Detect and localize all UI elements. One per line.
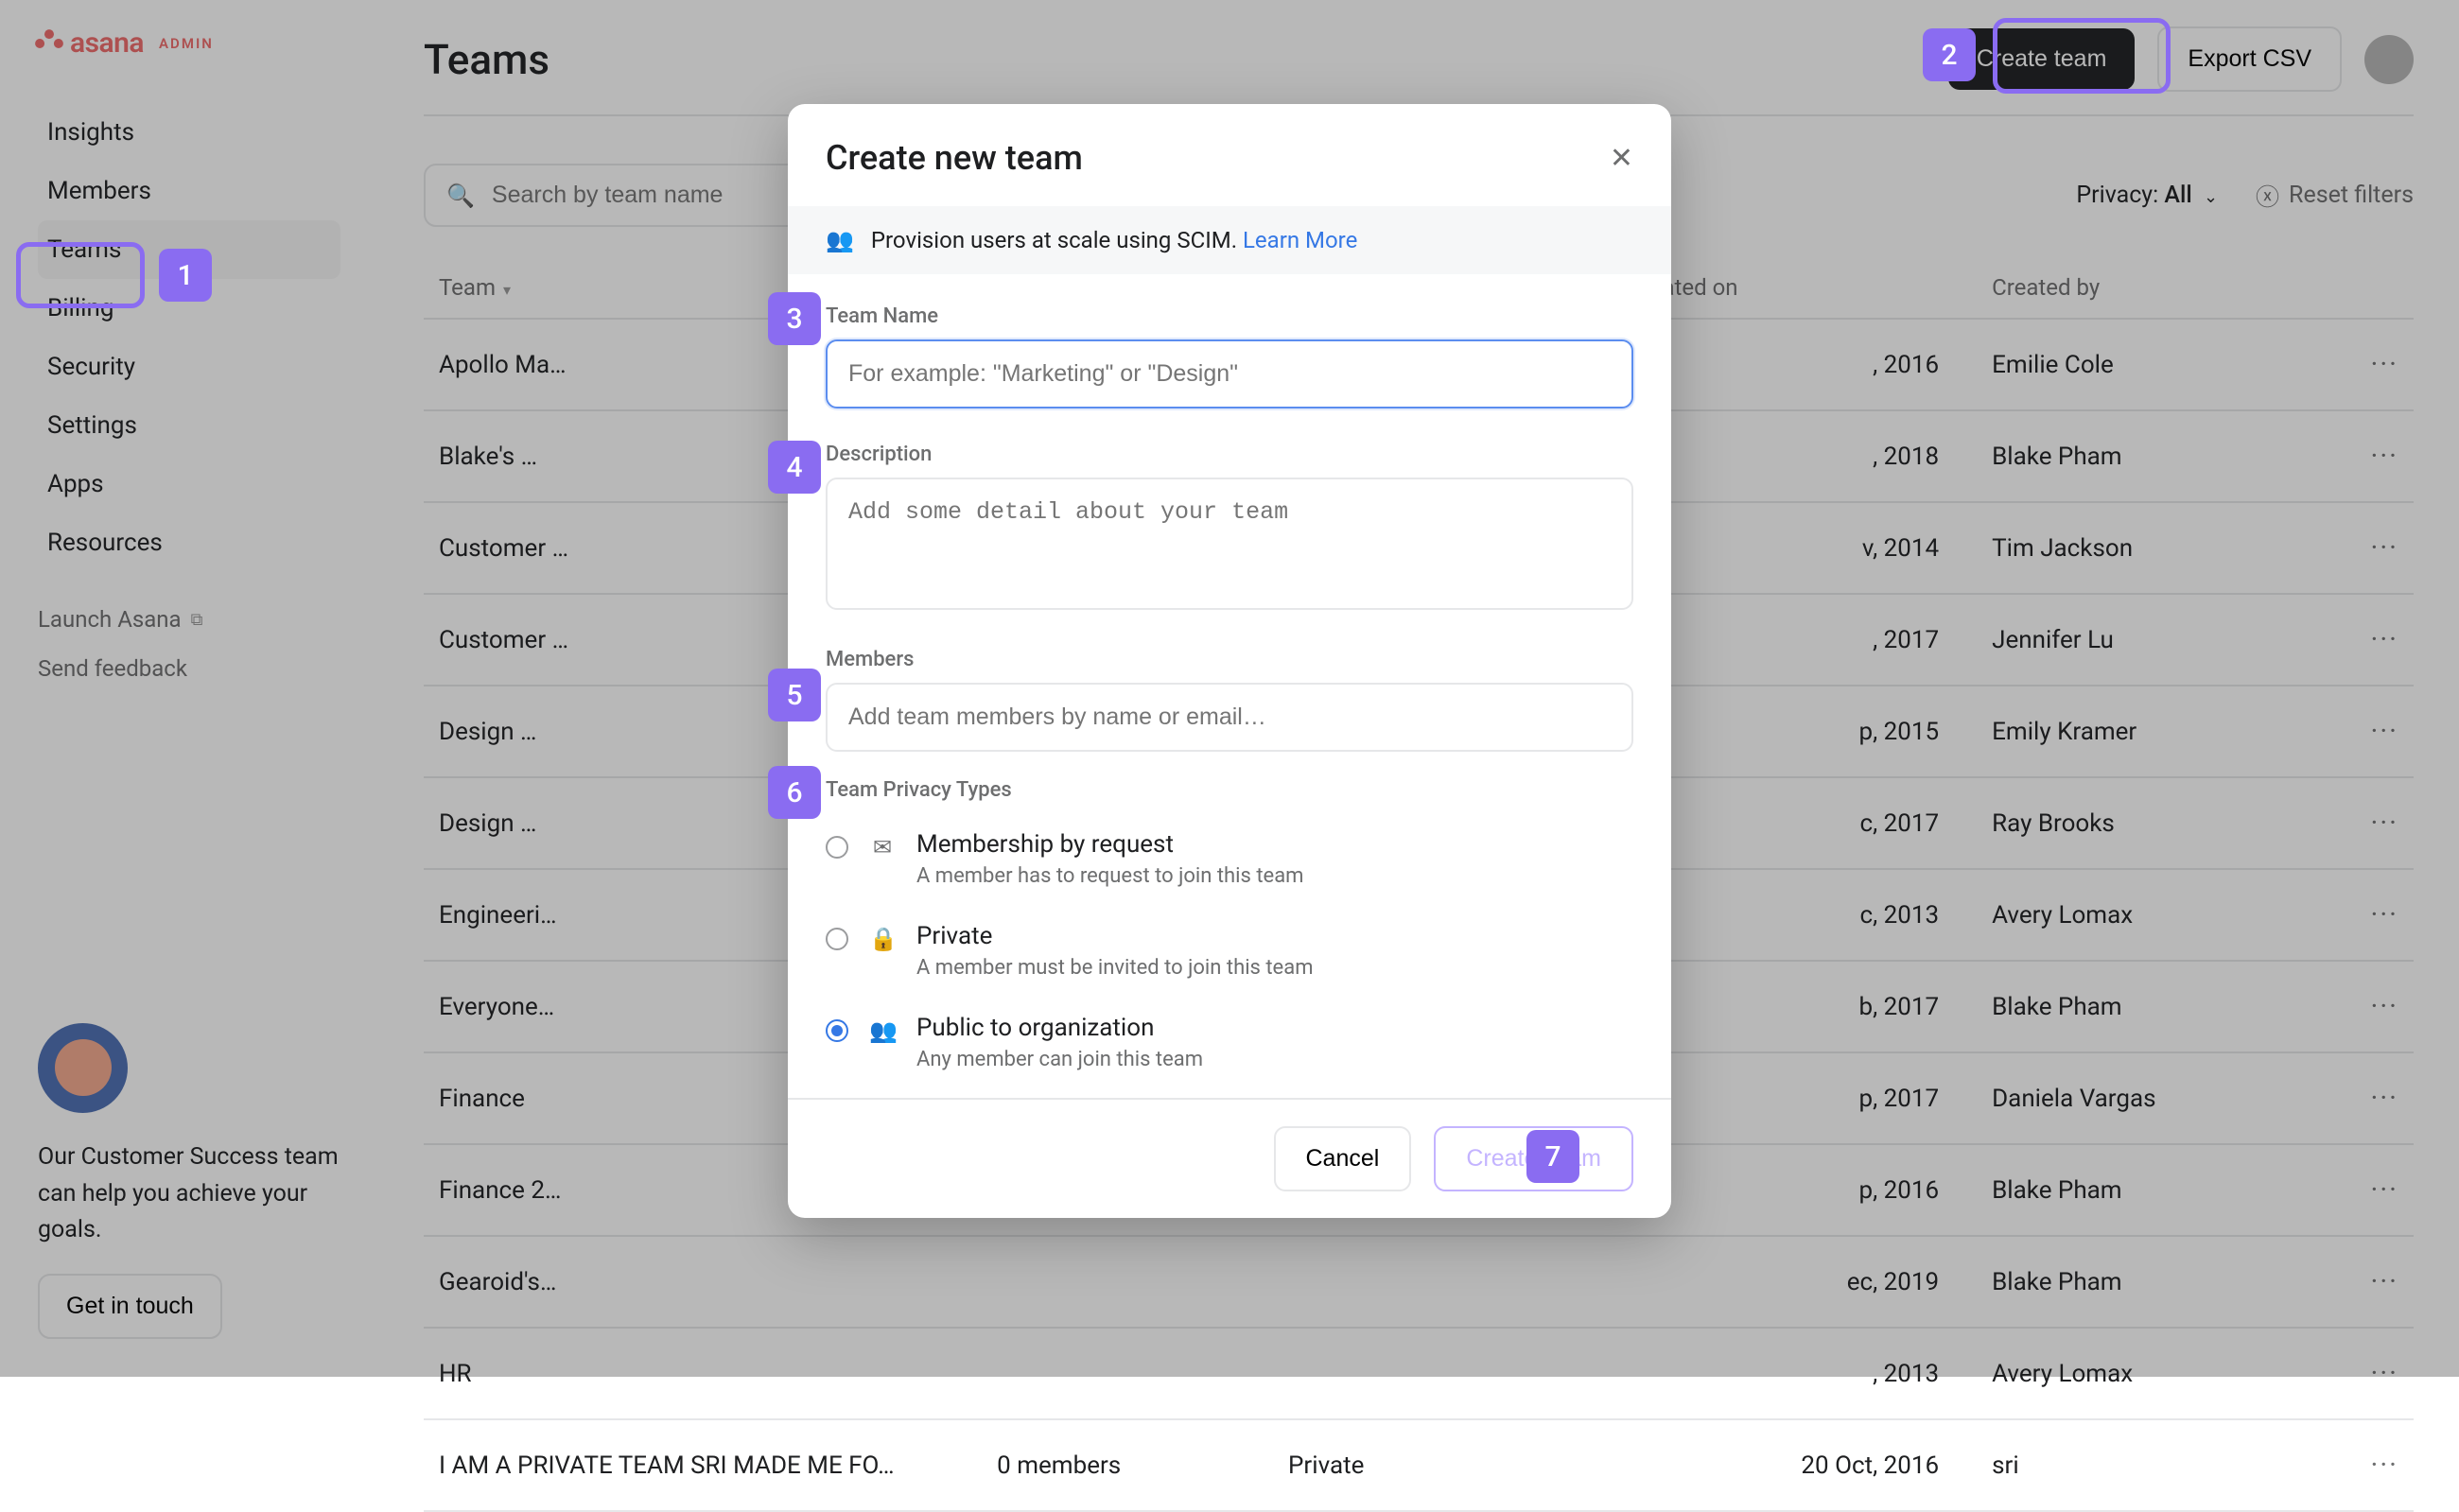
table-row[interactable]: I AM A PRIVATE TEAM SRI MADE ME FO…0 mem… (424, 1419, 2414, 1511)
privacy-option-membership-by-request[interactable]: ✉︎ Membership by request A member has to… (826, 813, 1633, 905)
create-team-modal: Create new team ✕ 👥 Provision users at s… (788, 104, 1671, 1218)
people-icon: 👥 (826, 227, 854, 253)
description-input[interactable] (826, 478, 1633, 610)
modal-close-button[interactable]: ✕ (1610, 142, 1633, 175)
annotation-num-2: 2 (1923, 28, 1976, 81)
row-menu-button[interactable]: ··· (2316, 1419, 2414, 1511)
description-label: Description (826, 443, 1633, 466)
lock-icon: 🔒 (869, 926, 896, 952)
cell-privacy: Private (1273, 1419, 1613, 1511)
modal-cancel-button[interactable]: Cancel (1274, 1126, 1412, 1191)
cell-team: I AM A PRIVATE TEAM SRI MADE ME FO… (424, 1419, 982, 1511)
privacy-option-public[interactable]: 👥 Public to organization Any member can … (826, 997, 1633, 1088)
cell-created-by: sri (1977, 1419, 2316, 1511)
annotation-num-1: 1 (159, 249, 212, 302)
annotation-num-3: 3 (768, 292, 821, 345)
cell-created-on: 20 Oct, 2016 (1613, 1419, 1977, 1511)
annotation-num-7: 7 (1526, 1130, 1579, 1183)
radio-checked-icon (826, 1019, 848, 1042)
members-input[interactable] (826, 683, 1633, 752)
members-label: Members (826, 648, 1633, 671)
annotation-num-4: 4 (768, 441, 821, 494)
radio-icon (826, 836, 848, 859)
team-name-input[interactable] (826, 339, 1633, 408)
people-icon: 👥 (869, 1017, 896, 1044)
privacy-option-private[interactable]: 🔒 Private A member must be invited to jo… (826, 905, 1633, 997)
annotation-num-6: 6 (768, 766, 821, 819)
scim-banner: 👥 Provision users at scale using SCIM. L… (788, 206, 1671, 274)
team-name-label: Team Name (826, 304, 1633, 328)
privacy-types-label: Team Privacy Types (826, 778, 1633, 802)
radio-icon (826, 928, 848, 950)
annotation-num-5: 5 (768, 669, 821, 721)
scim-learn-more-link[interactable]: Learn More (1243, 227, 1357, 253)
modal-title: Create new team (826, 138, 1083, 178)
cell-members: 0 members (982, 1419, 1273, 1511)
mail-icon: ✉︎ (869, 834, 896, 860)
